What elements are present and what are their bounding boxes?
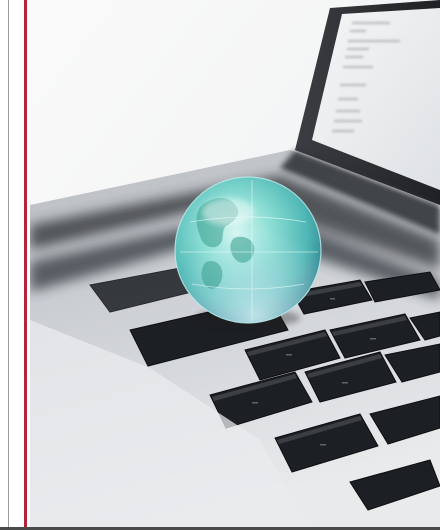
left-margin-panel	[0, 0, 27, 530]
photo	[30, 0, 440, 530]
laptop-photo	[30, 0, 440, 530]
image-frame	[0, 0, 440, 530]
margin-rule	[8, 0, 9, 530]
globe-icon	[174, 176, 322, 324]
